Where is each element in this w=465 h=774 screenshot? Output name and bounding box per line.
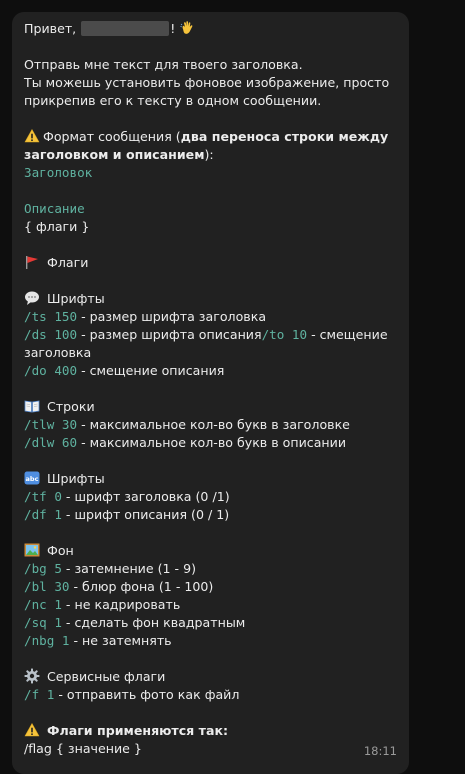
bg-line: /bg 5 - затемнение (1 - 9) — [24, 560, 397, 578]
fonts2-title-text: Шрифты — [47, 471, 105, 486]
format-flags: { флаги } — [24, 219, 90, 234]
df-command[interactable]: /df 1 — [24, 507, 62, 522]
do-line: /do 400 - смещение описания — [24, 362, 397, 380]
format-title-bold: два переноса строки между — [180, 129, 389, 144]
to-line-2: заголовка — [24, 345, 92, 360]
f-line: /f 1 - отправить фото как файл — [24, 686, 397, 704]
format-description[interactable]: Описание — [24, 200, 397, 218]
tf-text: - шрифт заголовка (0 /1) — [61, 489, 230, 504]
format-title: Формат сообщения (два переноса строки ме… — [24, 128, 397, 146]
service-title: Сервисные флаги — [24, 668, 397, 686]
warning-icon — [24, 129, 40, 143]
speech-bubble-icon — [25, 291, 39, 305]
message-time: 18:11 — [363, 744, 397, 758]
sq-command[interactable]: /sq 1 — [24, 615, 62, 630]
greeting-suffix: ! — [170, 21, 176, 36]
tf-line: /tf 0 - шрифт заголовка (0 /1) — [24, 488, 397, 506]
nc-command[interactable]: /nc 1 — [24, 597, 62, 612]
tlw-text: - максимальное кол-во букв в заголовке — [77, 417, 350, 432]
apply-title-text: Флаги применяются так: — [47, 723, 229, 738]
message-bubble: Привет, ! Отправь мне текст для твоего з… — [12, 12, 409, 774]
nbg-text: - не затемнять — [69, 633, 172, 648]
to-text: - смещение — [307, 327, 388, 342]
lines-title: Строки — [24, 398, 397, 416]
fonts-title-text: Шрифты — [47, 291, 105, 306]
f-command[interactable]: /f 1 — [24, 687, 54, 702]
tlw-line: /tlw 30 - максимальное кол-во букв в заг… — [24, 416, 397, 434]
format-header[interactable]: Заголовок — [24, 164, 397, 182]
format-title-2: заголовком и описанием): — [24, 146, 397, 164]
redacted-username — [81, 21, 170, 36]
bg-command[interactable]: /bg 5 — [24, 561, 62, 576]
ds-text: - размер шрифта описания — [77, 327, 262, 342]
dlw-line: /dlw 60 - максимальное кол-во букв в опи… — [24, 434, 397, 452]
f-text: - отправить фото как файл — [54, 687, 240, 702]
nbg-line: /nbg 1 - не затемнять — [24, 632, 397, 650]
apply-example: /flag { значение } — [24, 741, 142, 756]
format-title-prefix: Формат сообщения ( — [43, 129, 181, 144]
gear-icon — [24, 668, 40, 684]
bg-title-text: Фон — [47, 543, 74, 558]
svg-text:abc: abc — [26, 475, 39, 483]
nbg-command[interactable]: /nbg 1 — [24, 633, 70, 648]
warning-icon — [24, 723, 40, 737]
to-command[interactable]: /to 10 — [262, 327, 308, 342]
nc-line: /nc 1 - не кадрировать — [24, 596, 397, 614]
nc-text: - не кадрировать — [61, 597, 181, 612]
abc-input-icon: abc — [24, 471, 40, 485]
greeting-line: Привет, ! — [24, 20, 397, 38]
bl-line: /bl 30 - блюр фона (1 - 100) — [24, 578, 397, 596]
format-title-suffix: ): — [204, 147, 214, 162]
red-flag-icon — [26, 256, 38, 269]
df-text: - шрифт описания (0 / 1) — [61, 507, 230, 522]
do-command[interactable]: /do 400 — [24, 363, 77, 378]
bl-command[interactable]: /bl 30 — [24, 579, 70, 594]
open-book-icon — [24, 400, 40, 413]
fonts2-title: abc Шрифты — [24, 470, 397, 488]
df-line: /df 1 - шрифт описания (0 / 1) — [24, 506, 397, 524]
waving-hand-icon — [180, 21, 193, 34]
flags-title-text: Флаги — [47, 255, 89, 270]
intro-line-2: Ты можешь установить фоновое изображение… — [24, 75, 390, 90]
greeting-prefix: Привет, — [24, 21, 77, 36]
fonts-title: Шрифты — [24, 290, 397, 308]
lines-title-text: Строки — [47, 399, 95, 414]
format-title-bold-2: заголовком и описанием — [24, 147, 205, 162]
sq-text: - сделать фон квадратным — [61, 615, 246, 630]
bg-title: Фон — [24, 542, 397, 560]
dlw-command[interactable]: /dlw 60 — [24, 435, 77, 450]
do-text: - смещение описания — [77, 363, 225, 378]
dlw-text: - максимальное кол-во букв в описании — [77, 435, 347, 450]
sq-line: /sq 1 - сделать фон квадратным — [24, 614, 397, 632]
bl-text: - блюр фона (1 - 100) — [69, 579, 214, 594]
tlw-command[interactable]: /tlw 30 — [24, 417, 77, 432]
tf-command[interactable]: /tf 0 — [24, 489, 62, 504]
flags-title: Флаги — [24, 254, 397, 272]
intro-line-3: прикрепив его к тексту в одном сообщении… — [24, 93, 322, 108]
ds-command[interactable]: /ds 100 — [24, 327, 77, 342]
apply-title: Флаги применяются так: — [24, 722, 397, 740]
ts-text: - размер шрифта заголовка — [77, 309, 267, 324]
bg-text: - затемнение (1 - 9) — [61, 561, 197, 576]
ts-line: /ts 150 - размер шрифта заголовка — [24, 308, 397, 326]
service-title-text: Сервисные флаги — [47, 669, 166, 684]
ds-line: /ds 100 - размер шрифта описания/to 10 -… — [24, 326, 397, 344]
ts-command[interactable]: /ts 150 — [24, 309, 77, 324]
intro-line-1: Отправь мне текст для твоего заголовка. — [24, 57, 303, 72]
framed-picture-icon — [24, 543, 40, 557]
